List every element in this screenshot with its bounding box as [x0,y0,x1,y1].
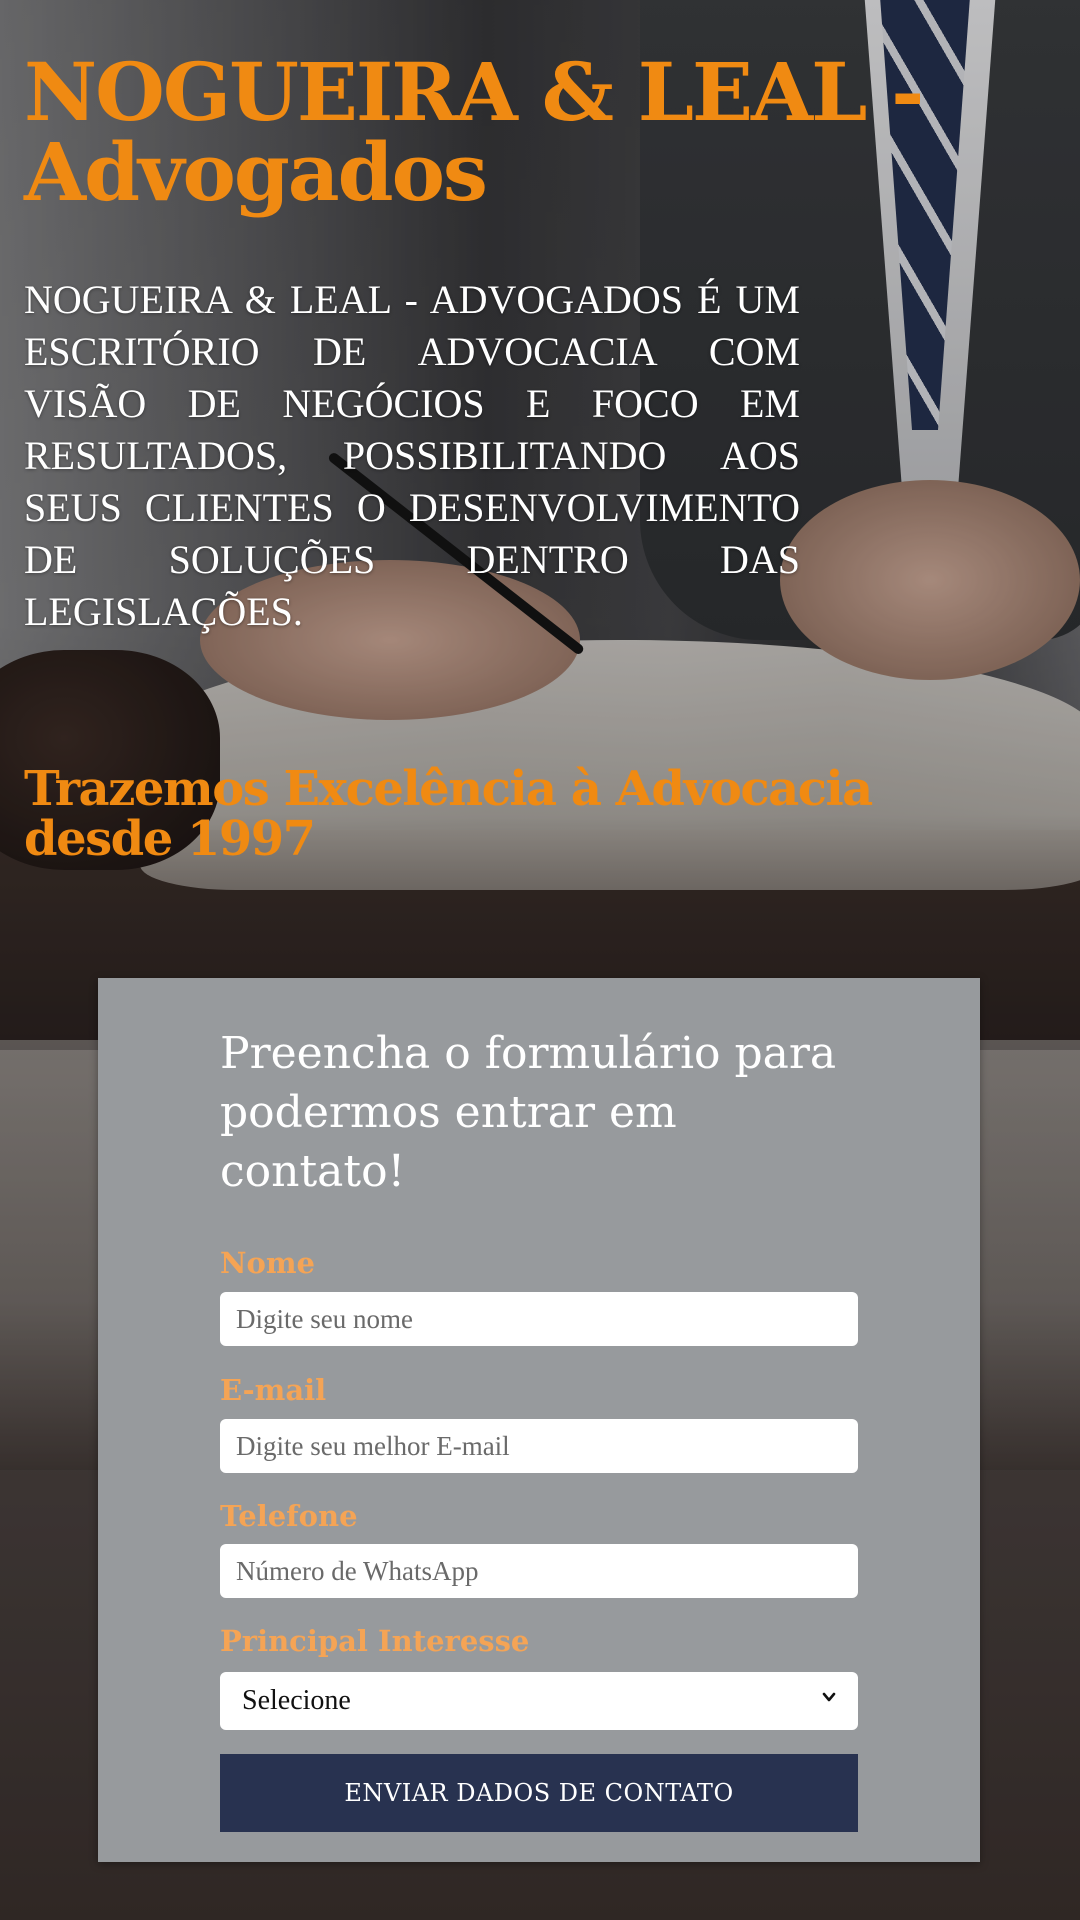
tagline: Trazemos Excelência à Advocacia desde 19… [24,761,873,867]
name-input[interactable] [220,1292,858,1346]
submit-button[interactable]: ENVIAR DADOS DE CONTATO [220,1754,858,1832]
contact-form: Preencha o formulário para podermos entr… [98,978,980,1862]
email-label: E-mail [220,1373,327,1407]
interest-selected-value: Selecione [242,1685,351,1716]
interest-select[interactable]: Selecione [220,1672,858,1730]
brand-title: NOGUEIRA & LEAL - Advogados [24,52,1024,212]
about-text: NOGUEIRA & LEAL - ADVOGADOS É UM ESCRITÓ… [24,277,800,634]
chevron-down-icon [822,1692,836,1702]
brand-title-line2: Advogados [24,125,488,219]
form-title: Preencha o formulário para podermos entr… [220,1028,837,1197]
interest-label: Principal Interesse [220,1624,530,1658]
phone-input[interactable] [220,1544,858,1598]
email-input[interactable] [220,1419,858,1473]
name-label: Nome [220,1246,315,1280]
phone-label: Telefone [220,1499,358,1533]
